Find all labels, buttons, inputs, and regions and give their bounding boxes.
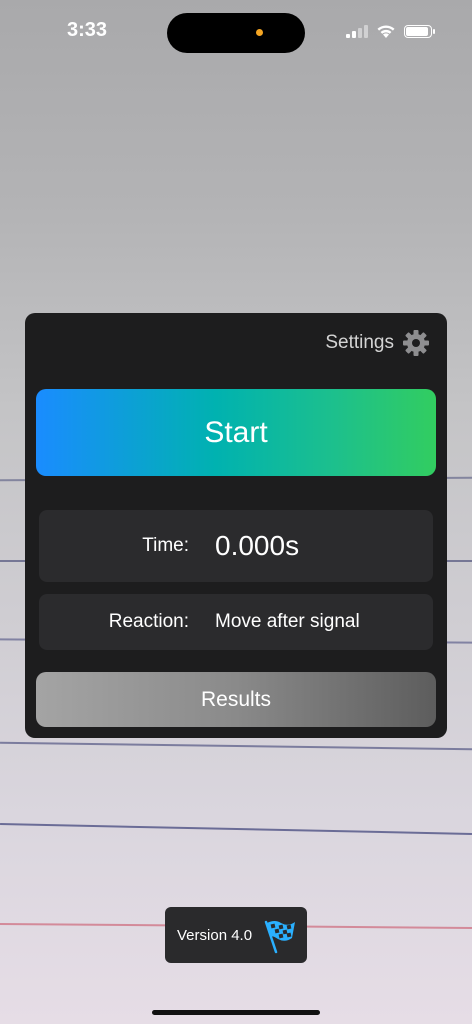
dynamic-island [167,13,305,53]
settings-button[interactable]: Settings [325,329,430,357]
time-label: Time: [142,535,189,556]
signal-icon [346,25,368,38]
version-label: Version 4.0 [177,926,253,944]
reaction-value: Move after signal [215,611,360,632]
battery-icon [404,25,435,38]
home-indicator[interactable] [152,1010,320,1015]
rink-line [0,823,472,835]
start-button[interactable]: Start [36,389,436,476]
status-icons [346,24,435,39]
timer-panel: Settings Start Time: 0.000s Reaction: Mo… [25,313,447,738]
rink-line [0,741,472,751]
time-row: Time: 0.000s [39,510,433,582]
settings-label: Settings [325,332,394,353]
results-button[interactable]: Results [36,672,436,727]
reaction-row: Reaction: Move after signal [39,594,433,650]
checkered-flag-icon [264,920,295,954]
status-time: 3:33 [67,19,108,41]
reaction-label: Reaction: [108,611,189,632]
version-badge: Version 4.0 [165,907,307,963]
gear-icon [403,330,429,356]
privacy-indicator [256,29,263,36]
time-value: 0.000s [215,530,300,561]
wifi-icon [377,25,395,38]
